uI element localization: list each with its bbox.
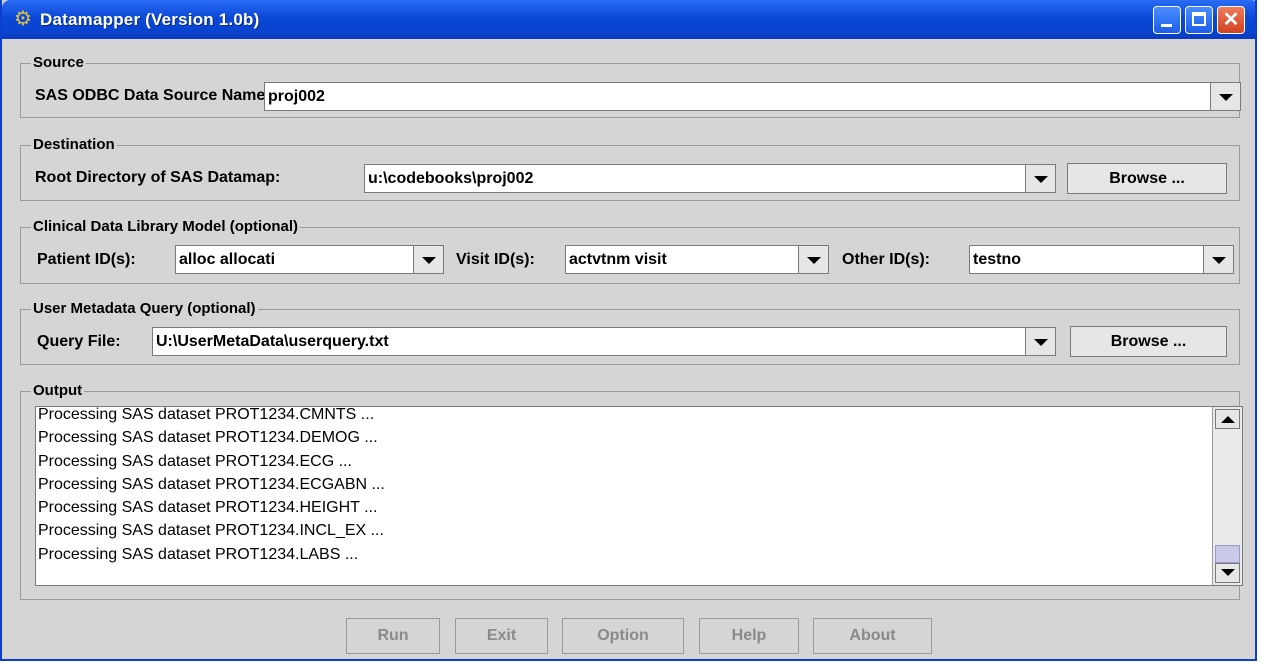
minimize-icon bbox=[1161, 24, 1172, 27]
datamapper-app-icon: ⚙ bbox=[14, 8, 32, 30]
close-icon: ✕ bbox=[1222, 9, 1240, 31]
minimize-button[interactable] bbox=[1153, 6, 1181, 34]
close-button[interactable]: ✕ bbox=[1217, 6, 1245, 34]
about-button[interactable]: About bbox=[813, 618, 932, 654]
chevron-down-icon[interactable] bbox=[798, 246, 828, 273]
maximize-icon bbox=[1192, 12, 1206, 26]
scroll-up-icon[interactable] bbox=[1215, 409, 1240, 429]
run-button[interactable]: Run bbox=[346, 618, 440, 654]
query-file-label: Query File: bbox=[37, 333, 121, 350]
log-line: Processing SAS dataset PROT1234.LABS ... bbox=[38, 545, 359, 563]
chevron-down-icon[interactable] bbox=[1210, 83, 1240, 110]
datamapper-window: ⚙ Datamapper (Version 1.0b) ✕ Source SAS… bbox=[0, 0, 1257, 661]
option-button[interactable]: Option bbox=[562, 618, 684, 654]
scroll-thumb[interactable] bbox=[1215, 545, 1240, 563]
query-file-value: U:\UserMetaData\userquery.txt bbox=[156, 333, 389, 350]
root-directory-value: u:\codebooks\proj002 bbox=[368, 170, 534, 187]
output-scrollbar[interactable] bbox=[1212, 407, 1242, 585]
patient-id-value: alloc allocati bbox=[179, 251, 276, 268]
help-button[interactable]: Help bbox=[699, 618, 799, 654]
output-log[interactable]: Processing SAS dataset PROT1234.CMNTS ..… bbox=[35, 406, 1243, 586]
source-legend: Source bbox=[31, 54, 86, 72]
maximize-button[interactable] bbox=[1185, 6, 1213, 34]
visit-id-label: Visit ID(s): bbox=[456, 251, 535, 268]
log-line: Processing SAS dataset PROT1234.DEMOG ..… bbox=[38, 429, 378, 447]
destination-browse-button[interactable]: Browse ... bbox=[1067, 163, 1227, 194]
log-line: Processing SAS dataset PROT1234.CMNTS ..… bbox=[38, 406, 375, 423]
other-id-value: testno bbox=[973, 251, 1021, 268]
output-legend: Output bbox=[31, 382, 85, 400]
chevron-down-icon[interactable] bbox=[1025, 165, 1055, 192]
source-name-combo[interactable]: proj002 bbox=[264, 82, 1241, 111]
log-line: Processing SAS dataset PROT1234.INCL_EX … bbox=[38, 522, 384, 540]
source-name-label: SAS ODBC Data Source Name: bbox=[35, 87, 271, 104]
source-name-value: proj002 bbox=[268, 88, 325, 105]
visit-id-value: actvtnm visit bbox=[569, 251, 667, 268]
output-lines: Processing SAS dataset PROT1234.CMNTS ..… bbox=[38, 406, 1208, 566]
log-line: Processing SAS dataset PROT1234.ECGABN .… bbox=[38, 475, 385, 493]
log-line: Processing SAS dataset PROT1234.HEIGHT .… bbox=[38, 499, 378, 517]
scroll-down-icon[interactable] bbox=[1215, 563, 1240, 583]
chevron-down-icon[interactable] bbox=[1203, 246, 1233, 273]
patient-id-label: Patient ID(s): bbox=[37, 251, 136, 268]
window-title: Datamapper (Version 1.0b) bbox=[40, 10, 260, 29]
other-id-combo[interactable]: testno bbox=[969, 245, 1234, 274]
query-browse-button[interactable]: Browse ... bbox=[1070, 326, 1227, 357]
title-bar[interactable]: ⚙ Datamapper (Version 1.0b) ✕ bbox=[2, 0, 1255, 39]
patient-id-combo[interactable]: alloc allocati bbox=[175, 245, 444, 274]
root-directory-label: Root Directory of SAS Datamap: bbox=[35, 169, 281, 186]
cdlm-legend: Clinical Data Library Model (optional) bbox=[31, 218, 301, 236]
chevron-down-icon[interactable] bbox=[1025, 328, 1055, 355]
other-id-label: Other ID(s): bbox=[842, 251, 930, 268]
query-file-combo[interactable]: U:\UserMetaData\userquery.txt bbox=[152, 327, 1056, 356]
chevron-down-icon[interactable] bbox=[413, 246, 443, 273]
query-legend: User Metadata Query (optional) bbox=[31, 300, 258, 318]
exit-button[interactable]: Exit bbox=[455, 618, 548, 654]
root-directory-combo[interactable]: u:\codebooks\proj002 bbox=[364, 164, 1056, 193]
destination-legend: Destination bbox=[31, 136, 117, 154]
visit-id-combo[interactable]: actvtnm visit bbox=[565, 245, 829, 274]
log-line: Processing SAS dataset PROT1234.ECG ... bbox=[38, 452, 352, 470]
